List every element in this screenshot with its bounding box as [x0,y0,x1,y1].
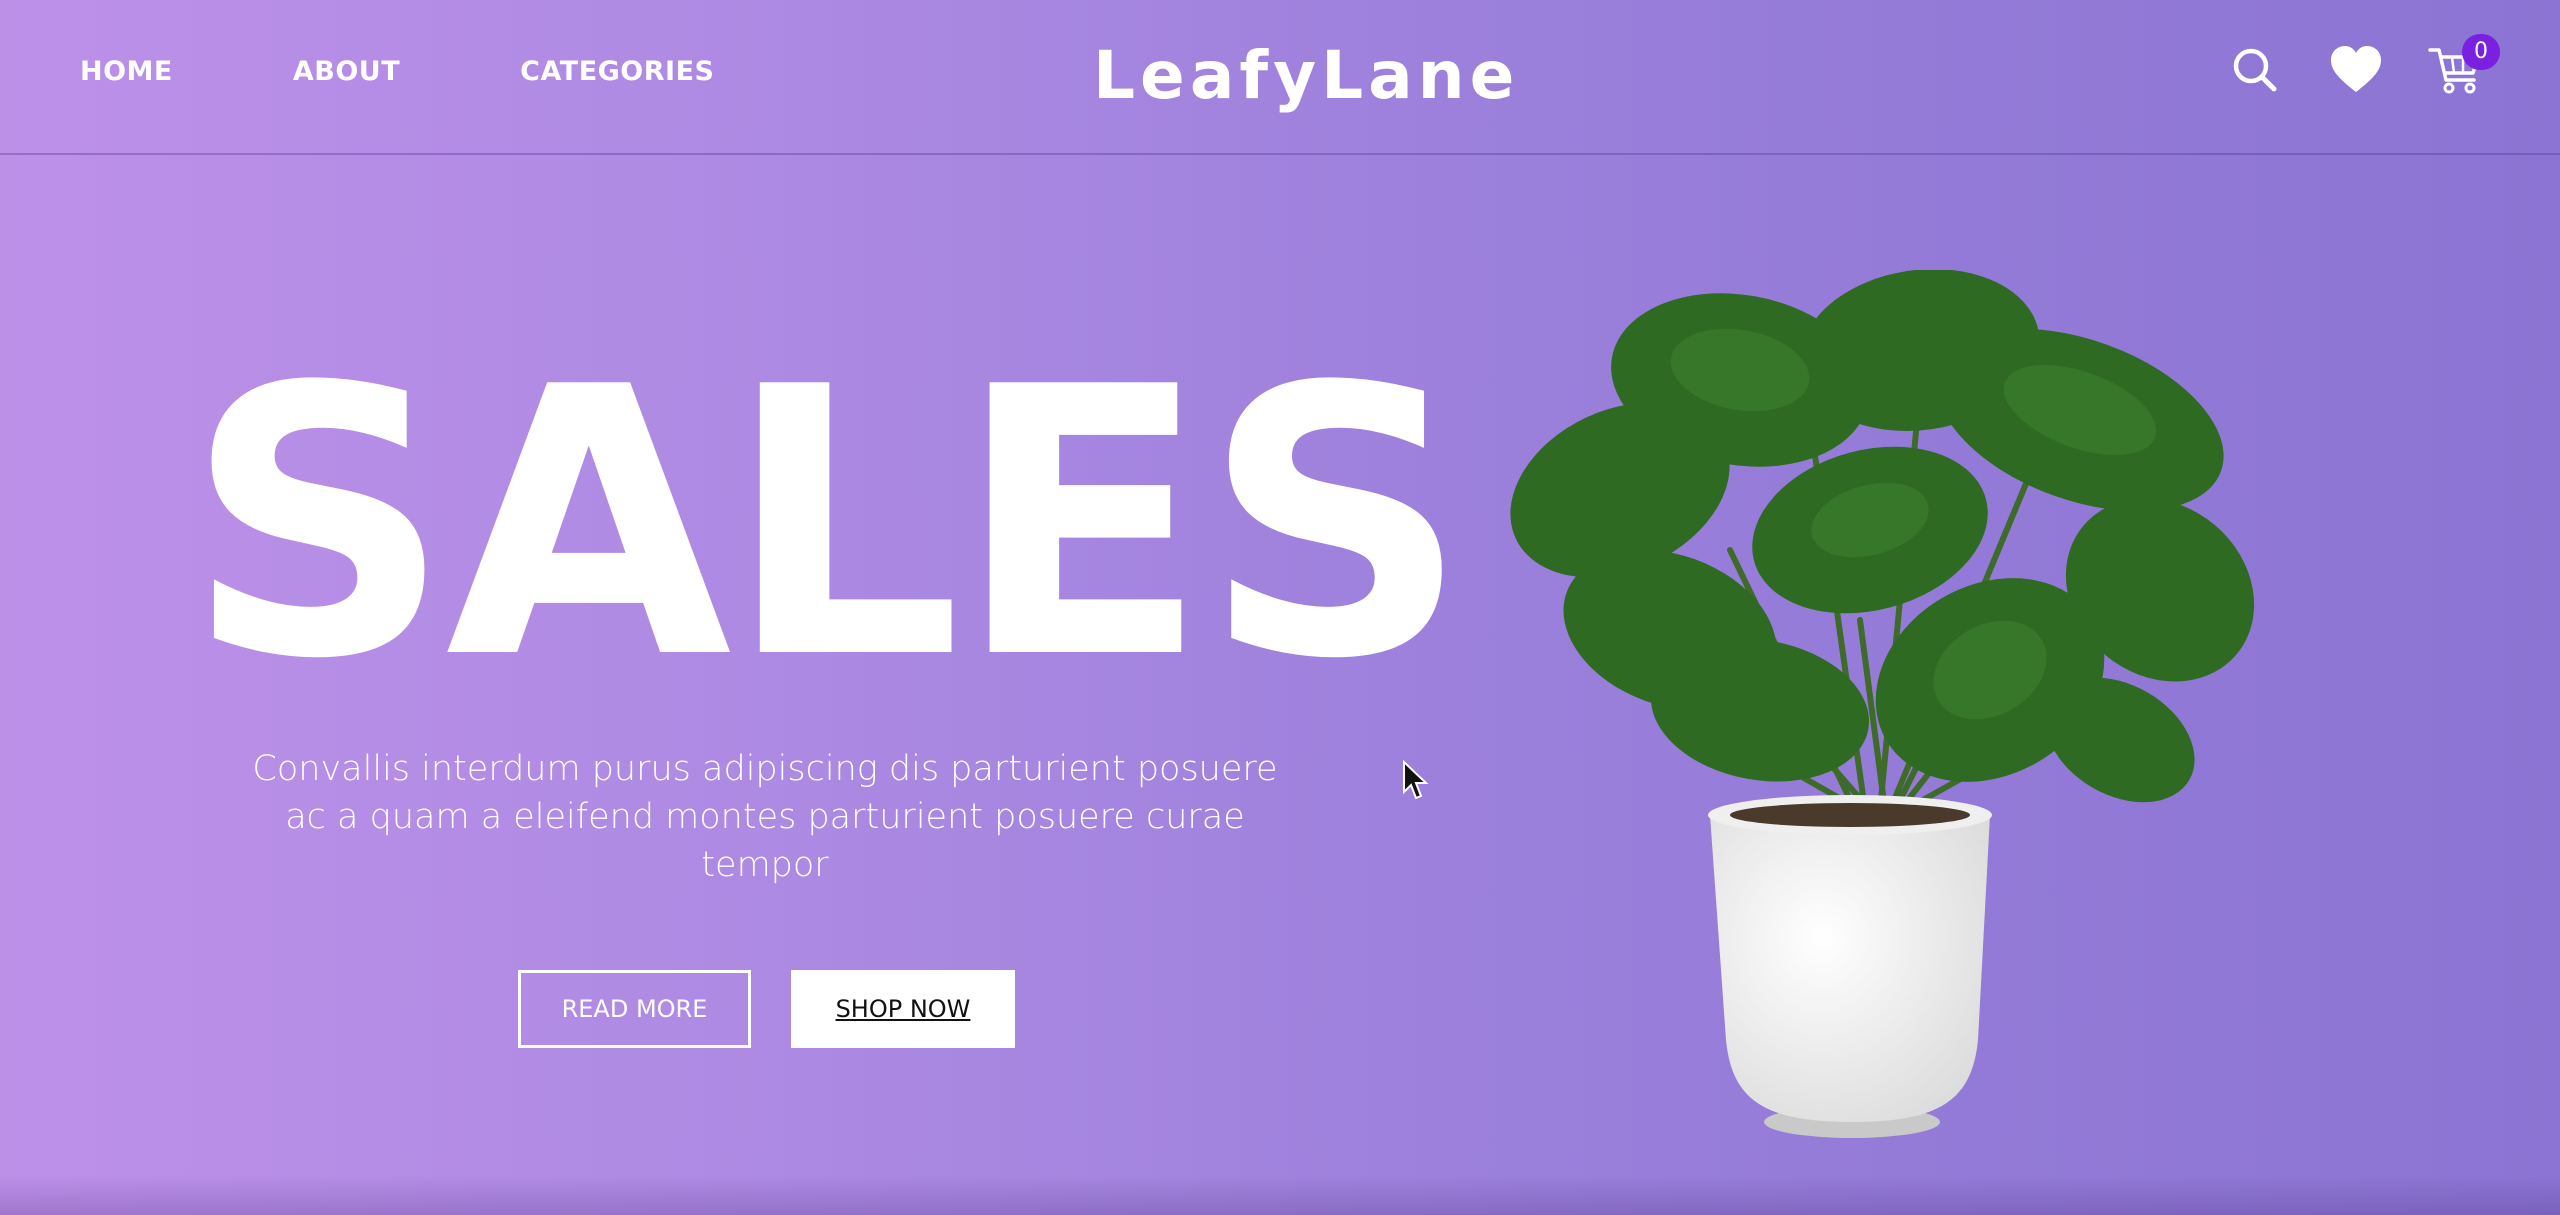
nav-categories-link[interactable]: CATEGORIES [520,56,714,87]
shop-now-button[interactable]: SHOP NOW [791,970,1015,1048]
main-nav: HOME ABOUT CATEGORIES [80,56,714,87]
landing-page: HOME ABOUT CATEGORIES LeafyLane 0 SALES … [0,0,2560,1215]
search-icon[interactable] [2228,42,2284,98]
brand-logo[interactable]: LeafyLane [1093,36,1519,116]
nav-about-link[interactable]: ABOUT [293,56,400,87]
hero-title: SALES [185,310,1469,740]
nav-home-link[interactable]: HOME [80,56,173,87]
read-more-button[interactable]: READ MORE [518,970,751,1048]
hero-description: Convallis interdum purus adipiscing dis … [252,749,1278,885]
bottom-shadow [0,1175,2560,1215]
cart-count-badge: 0 [2462,34,2500,70]
site-header: HOME ABOUT CATEGORIES LeafyLane 0 [0,0,2560,155]
heart-icon[interactable] [2328,42,2384,98]
mouse-cursor [1402,760,1430,802]
header-actions [2228,42,2498,102]
plant-image [1400,270,2300,1150]
